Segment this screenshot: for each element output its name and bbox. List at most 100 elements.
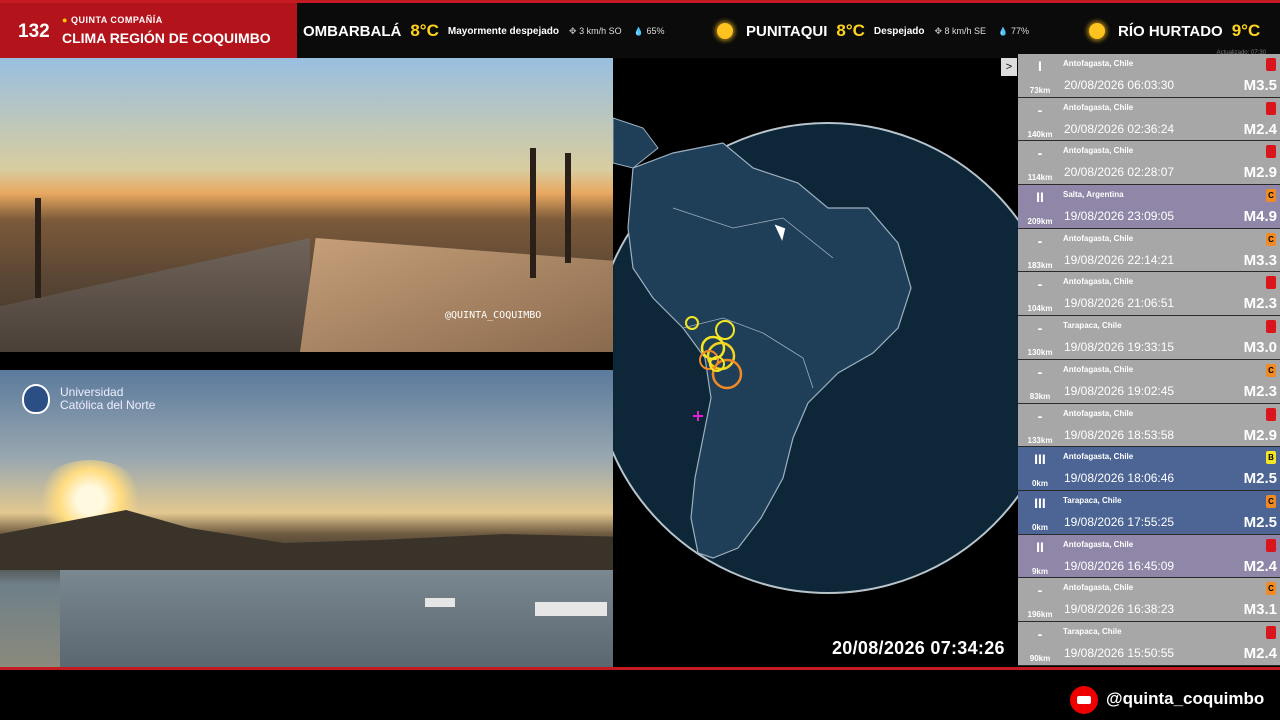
distance-label: 114km (1027, 173, 1053, 183)
time-label: 20/08/2026 02:28:07 (1064, 165, 1175, 180)
earthquake-row[interactable]: II 209km Salta, Argentina 19/08/2026 23:09:… (1018, 185, 1280, 229)
camera-feed-harbor: Universidad Católica del Norte (0, 370, 631, 668)
intensity-label: III (1034, 494, 1046, 511)
distance-label: 140km (1027, 129, 1053, 139)
earthquake-row[interactable]: - 130km Tarapaca, Chile 19/08/2026 19:33:15… (1018, 316, 1280, 360)
alert-badge: C (1266, 494, 1276, 508)
distance-label: 73km (1029, 86, 1051, 95)
place-label: Tarapaca, Chile (1063, 495, 1122, 505)
time-label: 19/08/2026 16:38:23 (1064, 602, 1175, 617)
hill-silhouette (0, 510, 631, 570)
place-label: Antofagasta, Chile (1063, 452, 1134, 462)
place-label: Antofagasta, Chile (1063, 146, 1134, 156)
panel-toggle-button[interactable]: > (1001, 58, 1017, 76)
magnitude-label: M2.4 (1243, 120, 1277, 138)
earthquake-row[interactable]: III 0km Antofagasta, Chile 19/08/2026 18:06… (1018, 447, 1280, 491)
youtube-icon (1070, 686, 1098, 714)
magnitude-label: M4.9 (1243, 208, 1277, 226)
magnitude-label: M2.4 (1243, 557, 1277, 575)
sun-icon (1089, 23, 1105, 39)
city-wind: 3 km/h SO (569, 26, 622, 37)
earthquake-list: I 73km Antofagasta, Chile 20/08/2026 06:03:… (1018, 54, 1280, 666)
central-america-shape (613, 117, 659, 169)
weather-city: OMBARBALÁ 8°C Mayormente despejado 3 km/… (303, 21, 665, 41)
top-bar: 132 ● QUINTA COMPAÑÍA CLIMA REGIÓN DE COQ… (0, 0, 1280, 58)
city-temp: 9°C (1231, 21, 1261, 40)
city-humidity: 77% (998, 26, 1029, 36)
magnitude-label: M2.9 (1243, 164, 1277, 182)
palm-tree (35, 198, 41, 298)
distance-label: 196km (1027, 610, 1053, 620)
earthquake-row[interactable]: II 9km Antofagasta, Chile 19/08/2026 16:45:… (1018, 534, 1280, 579)
distance-label: 9km (1031, 566, 1048, 576)
boat-shape (425, 598, 455, 607)
place-label: Tarapaca, Chile (1063, 626, 1122, 636)
earthquake-row[interactable]: - 183km Antofagasta, Chile 19/08/2026 22:14… (1018, 228, 1280, 273)
earthquake-row[interactable]: - 140km Antofagasta, Chile 20/08/2026 02:36… (1018, 97, 1280, 142)
place-label: Salta, Argentina (1063, 190, 1124, 200)
intensity-label: - (1037, 101, 1043, 118)
earthquake-row[interactable]: - 196km Antofagasta, Chile 19/08/2026 16:38… (1018, 578, 1280, 622)
magnitude-label: M3.5 (1243, 77, 1277, 94)
earthquake-row[interactable]: III 0km Tarapaca, Chile 19/08/2026 17:55:25… (1018, 490, 1280, 535)
place-label: Antofagasta, Chile (1063, 102, 1134, 112)
dot-icon: ● (62, 15, 68, 25)
place-label: Antofagasta, Chile (1063, 277, 1134, 287)
alert-badge (1266, 276, 1276, 290)
intensity-label: II (1036, 189, 1044, 206)
time-label: 19/08/2026 19:02:45 (1064, 383, 1175, 398)
time-label: 19/08/2026 16:45:09 (1064, 558, 1175, 573)
city-temp: 8°C (836, 21, 865, 40)
time-label: 20/08/2026 06:03:30 (1064, 78, 1175, 92)
magnitude-label: M2.3 (1243, 382, 1277, 400)
magnitude-label: M2.3 (1243, 295, 1277, 313)
alert-badge: B (1266, 451, 1276, 465)
intensity-label: - (1037, 320, 1043, 337)
alert-badge (1266, 407, 1276, 421)
alert-badge (1266, 101, 1276, 115)
alert-badge: C (1266, 232, 1276, 246)
datetime-clock: 20/08/2026 07:34:26 (832, 638, 1005, 658)
intensity-label: - (1037, 276, 1043, 293)
university-logo-icon (22, 384, 50, 414)
magnitude-label: M3.0 (1243, 339, 1277, 357)
earthquake-row[interactable]: - 90km Tarapaca, Chile 19/08/2026 15:50:55 M… (1018, 621, 1280, 666)
alert-badge: C (1266, 582, 1276, 596)
place-label: Antofagasta, Chile (1063, 583, 1134, 593)
brand-title: CLIMA REGIÓN DE COQUIMBO (62, 30, 271, 46)
boat-shape (535, 602, 607, 616)
time-label: 19/08/2026 18:06:46 (1064, 471, 1175, 486)
distance-label: 90km (1029, 653, 1051, 663)
earthquake-row[interactable]: - 104km Antofagasta, Chile 19/08/2026 21:06… (1018, 272, 1280, 317)
intensity-label: I (1038, 58, 1042, 74)
time-label: 19/08/2026 23:09:05 (1064, 209, 1175, 224)
city-desc: Mayormente despejado (447, 25, 560, 37)
weather-city: RÍO HURTADO 9°C (1089, 21, 1269, 41)
distance-label: 209km (1027, 217, 1053, 227)
brand-subtitle: ● QUINTA COMPAÑÍA (62, 15, 163, 25)
earthquake-row[interactable]: I 73km Antofagasta, Chile 20/08/2026 06:03:… (1018, 54, 1280, 98)
alert-badge (1266, 538, 1276, 552)
alert-badge (1266, 58, 1276, 71)
alert-badge: C (1266, 189, 1276, 203)
earthquake-row[interactable]: - 83km Antofagasta, Chile 19/08/2026 19:02:… (1018, 359, 1280, 404)
city-temp: 8°C (410, 21, 439, 40)
earthquake-row[interactable]: - 114km Antofagasta, Chile 20/08/2026 02:28… (1018, 141, 1280, 186)
camera-watermark: @QUINTA_COQUIMBO (445, 310, 542, 321)
place-label: Tarapaca, Chile (1063, 321, 1122, 331)
time-label: 19/08/2026 22:14:21 (1064, 252, 1175, 267)
magnitude-label: M2.9 (1243, 426, 1277, 444)
alert-badge: C (1266, 363, 1276, 377)
magnitude-label: M3.1 (1243, 601, 1277, 619)
alert-badge (1266, 145, 1276, 159)
logo-line2: Católica del Norte (60, 398, 156, 412)
globe-svg (613, 117, 1018, 594)
intensity-label: - (1037, 363, 1043, 380)
distance-label: 130km (1027, 348, 1053, 358)
intensity-label: - (1037, 145, 1043, 162)
brand-subtitle-text: QUINTA COMPAÑÍA (70, 15, 163, 25)
time-label: 20/08/2026 02:36:24 (1064, 121, 1175, 136)
distance-label: 104km (1027, 304, 1053, 314)
seismic-globe-map[interactable] (613, 58, 1018, 668)
earthquake-row[interactable]: - 133km Antofagasta, Chile 19/08/2026 18:53… (1018, 403, 1280, 448)
